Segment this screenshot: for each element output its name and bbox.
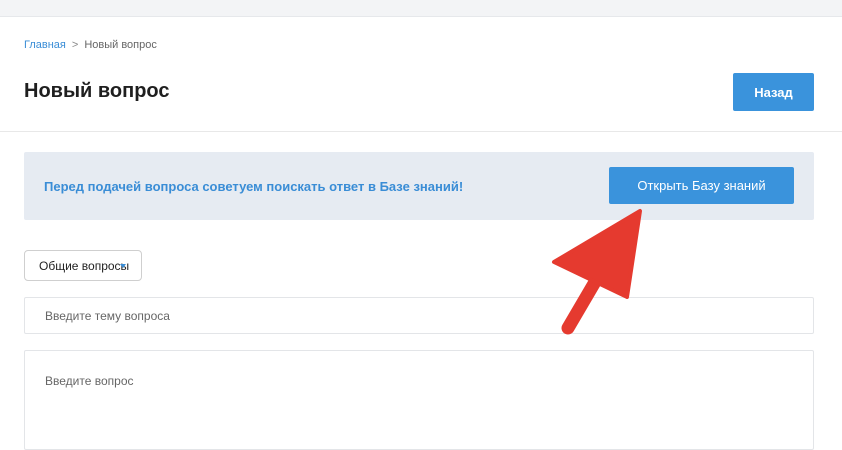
breadcrumb-separator: > — [71, 39, 79, 51]
banner-text: Перед подачей вопроса советуем поискать … — [44, 179, 464, 194]
breadcrumb-home-link[interactable]: Главная — [24, 39, 66, 51]
header-divider — [0, 131, 842, 132]
page-title: Новый вопрос — [24, 80, 170, 102]
category-select[interactable]: Общие вопросы — [24, 250, 142, 281]
knowledge-base-banner: Перед подачей вопроса советуем поискать … — [24, 152, 814, 220]
category-select-value: Общие вопросы — [39, 258, 130, 273]
red-arrow-icon — [552, 209, 642, 335]
breadcrumb-current: Новый вопрос — [84, 39, 157, 51]
subject-input[interactable] — [24, 297, 814, 334]
breadcrumb: Главная > Новый вопрос — [24, 39, 157, 51]
question-textarea[interactable] — [24, 350, 814, 450]
back-button[interactable]: Назад — [733, 73, 814, 111]
open-knowledge-base-button[interactable]: Открыть Базу знаний — [609, 167, 794, 204]
top-header-strip — [0, 0, 842, 17]
chevron-down-icon — [120, 264, 126, 268]
